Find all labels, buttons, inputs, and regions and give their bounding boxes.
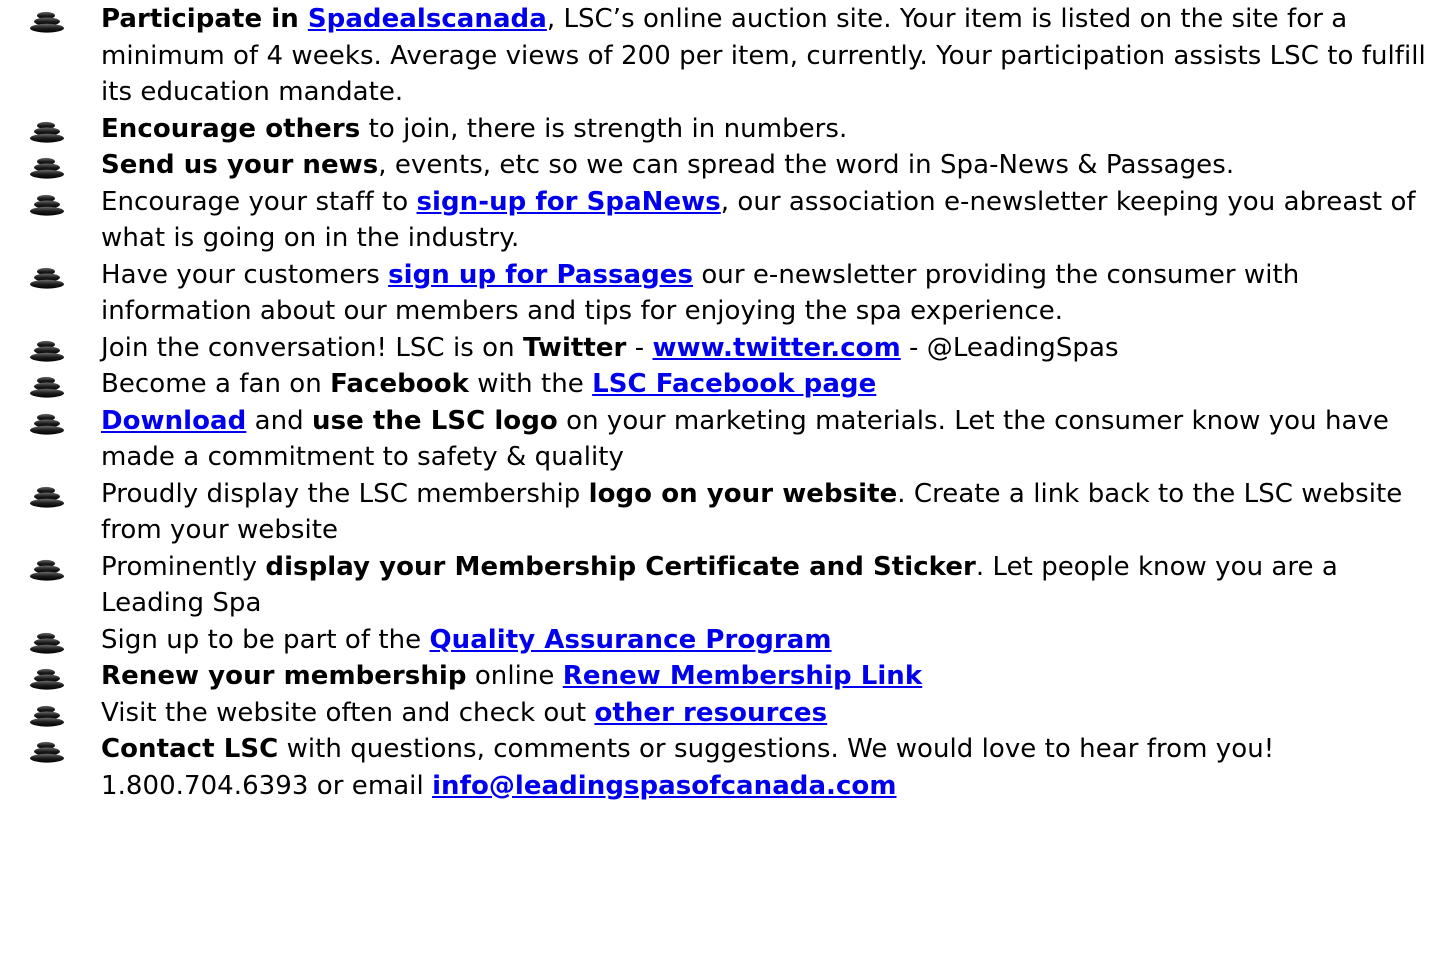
bold-text: display your Membership Certificate and … [265, 551, 976, 582]
bold-text: Contact LSC [101, 734, 279, 764]
link-customers-passages[interactable]: sign up for Passages [388, 260, 693, 290]
stacked-stones-icon [29, 190, 65, 216]
text-segment: , events, etc so we can spread the word … [378, 150, 1235, 180]
link-facebook[interactable]: LSC Facebook page [592, 369, 876, 399]
link-renew-membership[interactable]: Renew Membership Link [563, 661, 922, 691]
list-item-other-resources: Visit the website often and check out ot… [0, 695, 1447, 732]
bold-text: Participate in [101, 4, 308, 34]
list-item-facebook: Become a fan on Facebook with the LSC Fa… [0, 366, 1447, 403]
stacked-stones-icon [29, 737, 65, 763]
stacked-stones-icon [29, 153, 65, 179]
text-segment: Join the conversation! LSC is on [101, 332, 523, 363]
list-item-renew-membership: Renew your membership online Renew Membe… [0, 658, 1447, 695]
list-item-staff-spanews: Encourage your staff to sign-up for SpaN… [0, 184, 1447, 257]
text-segment: Prominently [101, 551, 266, 582]
stacked-stones-icon [29, 336, 65, 362]
text-segment: Encourage your staff to [101, 186, 417, 217]
bold-text: Send us your news [101, 150, 379, 180]
stacked-stones-icon [29, 117, 65, 143]
list-item-logo-on-website: Proudly display the LSC membership logo … [0, 476, 1447, 549]
stacked-stones-icon [29, 409, 65, 435]
text-segment: to join, there is strength in numbers. [360, 113, 848, 144]
link-download-logo[interactable]: Download [101, 406, 246, 436]
list-item-display-certificate: Prominently display your Membership Cert… [0, 549, 1447, 622]
text-segment: with the [468, 369, 593, 399]
member-benefits-list: Participate in Spadealscanada, LSC’s onl… [0, 1, 1447, 804]
link-contact-lsc[interactable]: info@leadingspasofcanada.com [432, 771, 896, 801]
stacked-stones-icon [29, 7, 65, 33]
text-segment: Proudly display the LSC membership [101, 478, 589, 509]
text-segment: - [626, 332, 653, 363]
stacked-stones-icon [29, 482, 65, 508]
link-participate-spadealscanada[interactable]: Spadealscanada [308, 4, 547, 34]
text-segment: Have your customers [101, 259, 389, 290]
text-segment: Sign up to be part of the [101, 624, 430, 655]
stacked-stones-icon [29, 555, 65, 581]
list-item-customers-passages: Have your customers sign up for Passages… [0, 257, 1447, 330]
bold-text: Twitter [522, 332, 627, 363]
list-item-download-logo: Download and use the LSC logo on your ma… [0, 403, 1447, 476]
list-item-participate-spadealscanada: Participate in Spadealscanada, LSC’s onl… [0, 1, 1447, 111]
bold-text: Facebook [330, 369, 469, 399]
bold-text: use the LSC logo [312, 405, 558, 436]
list-item-quality-assurance: Sign up to be part of the Quality Assura… [0, 622, 1447, 659]
text-segment: Visit the website often and check out [101, 697, 595, 728]
text-segment: Become a fan on [101, 369, 331, 399]
stacked-stones-icon [29, 372, 65, 398]
stacked-stones-icon [29, 628, 65, 654]
list-item-send-news: Send us your news, events, etc so we can… [0, 147, 1447, 184]
text-segment: - @LeadingSpas [900, 332, 1119, 363]
bold-text: logo on your website [588, 478, 898, 509]
stacked-stones-icon [29, 664, 65, 690]
link-other-resources[interactable]: other resources [594, 698, 827, 728]
link-twitter[interactable]: www.twitter.com [653, 333, 901, 363]
bold-text: Renew your membership [101, 661, 467, 691]
stacked-stones-icon [29, 263, 65, 289]
link-staff-spanews[interactable]: sign-up for SpaNews [417, 187, 721, 217]
list-item-twitter: Join the conversation! LSC is on Twitter… [0, 330, 1447, 367]
link-quality-assurance[interactable]: Quality Assurance Program [430, 625, 832, 655]
text-segment: and [246, 405, 313, 436]
bold-text: Encourage others [101, 113, 361, 144]
list-item-contact-lsc: Contact LSC with questions, comments or … [0, 731, 1447, 804]
list-item-encourage-others: Encourage others to join, there is stren… [0, 111, 1447, 148]
stacked-stones-icon [29, 701, 65, 727]
text-segment: online [466, 661, 563, 691]
